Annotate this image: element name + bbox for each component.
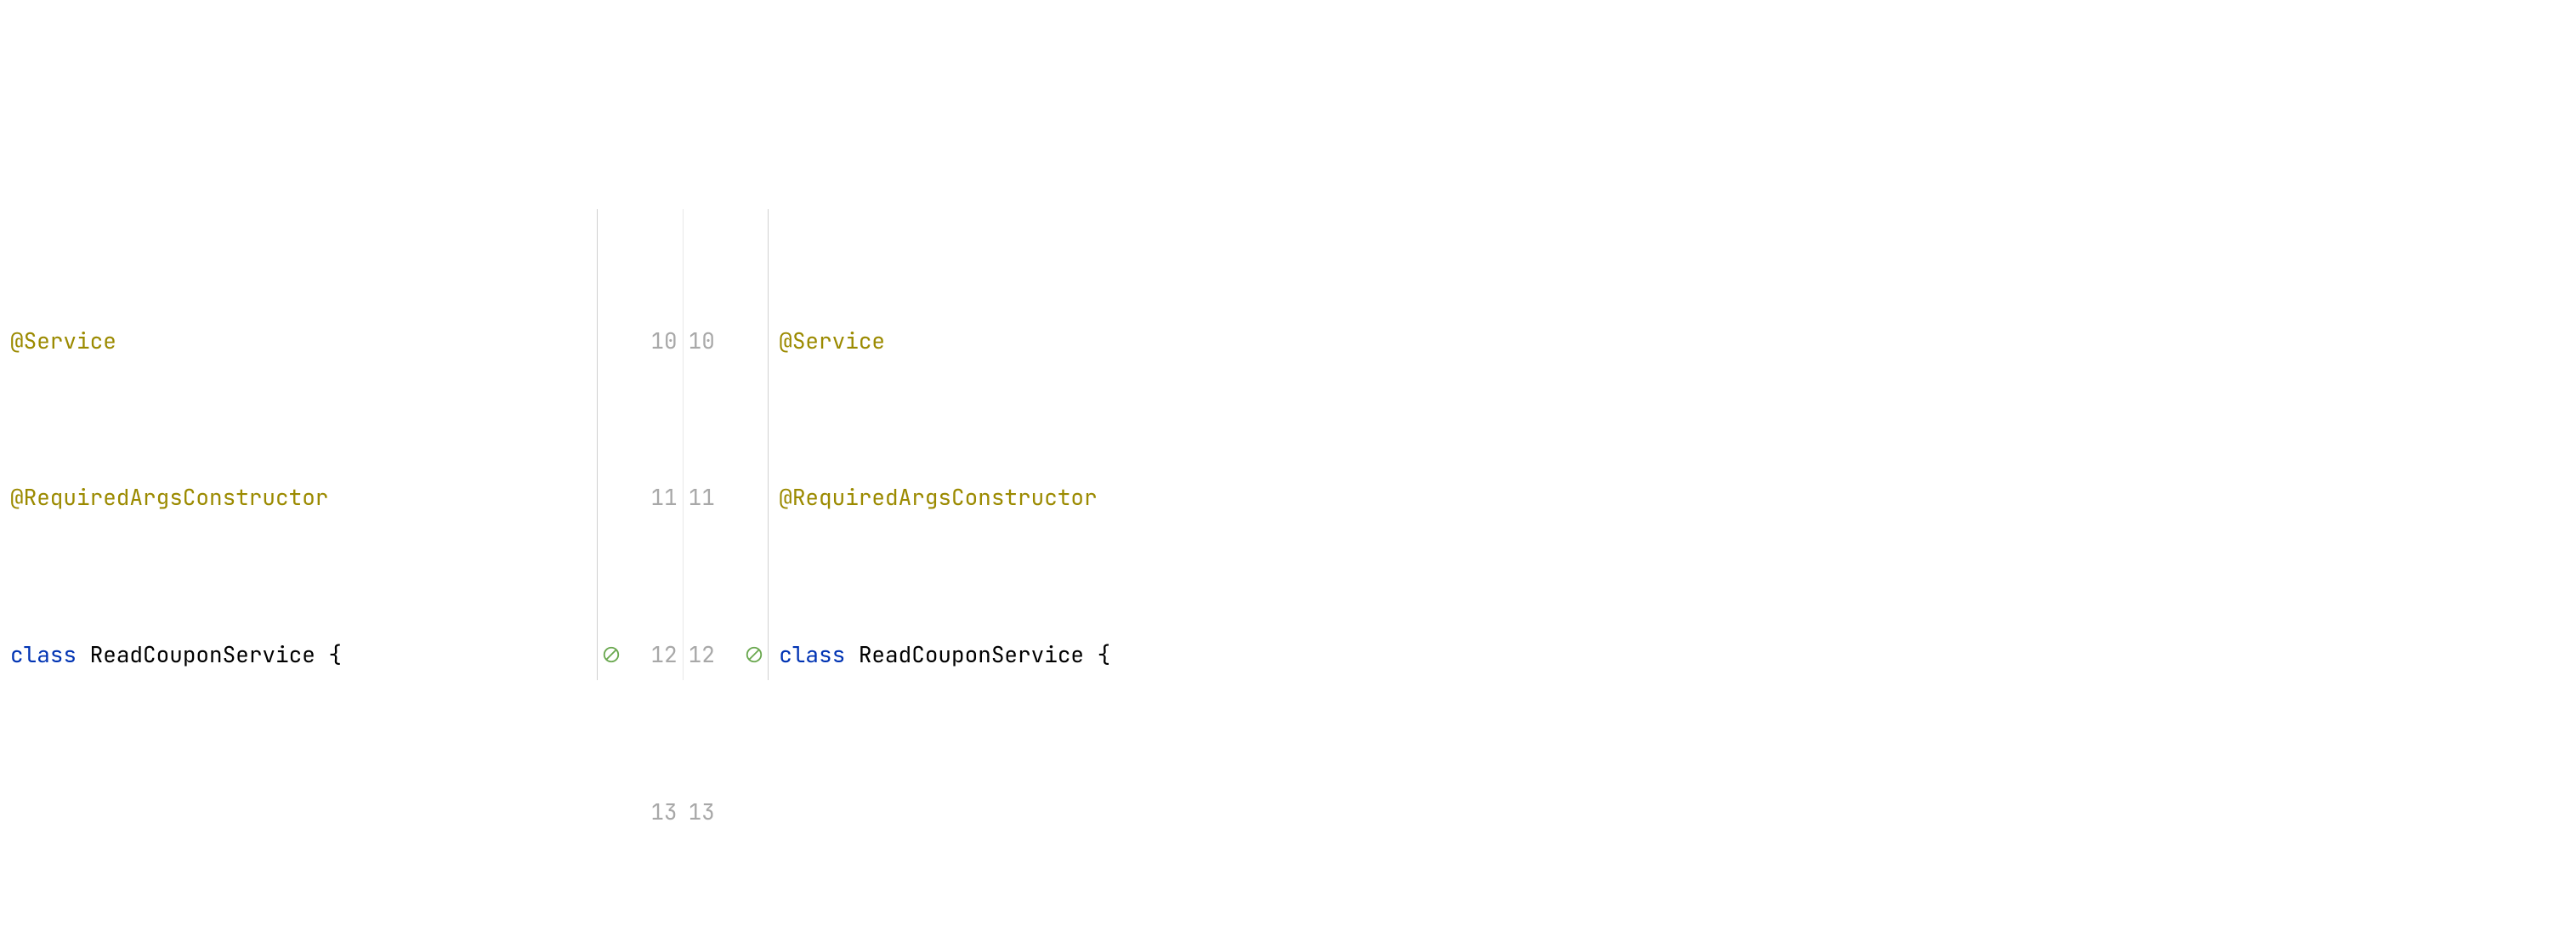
annotation: @Service (10, 315, 116, 367)
line-number[interactable]: 11 (689, 471, 769, 524)
keyword: class (779, 628, 845, 680)
gutter-right[interactable]: 10 11 12 13 14 15 16 17 18 19 (684, 209, 769, 680)
code-line[interactable]: @Service (769, 315, 2576, 367)
code-line[interactable]: @Service (0, 315, 597, 367)
gutter-left[interactable]: 10 11 12 13 14 15 16 17 18 19 (598, 209, 684, 680)
right-code-pane[interactable]: @Service @RequiredArgsConstructor class … (769, 209, 2576, 680)
no-changes-icon[interactable] (601, 644, 621, 665)
keyword: class (10, 628, 77, 680)
class-name: ReadCouponService { (845, 628, 1110, 680)
code-line[interactable]: class ReadCouponService { (0, 628, 597, 680)
class-name: ReadCouponService { (77, 628, 342, 680)
diff-viewer: @Service @RequiredArgsConstructor class … (0, 209, 2576, 680)
line-number[interactable]: 10 (689, 315, 769, 367)
annotation: @RequiredArgsConstructor (10, 471, 328, 524)
line-number[interactable]: 12 (598, 628, 678, 681)
line-number[interactable]: 11 (598, 471, 678, 524)
code-line[interactable]: class ReadCouponService { (769, 628, 2576, 680)
annotation: @Service (779, 315, 885, 367)
line-number[interactable]: 13 (598, 786, 678, 838)
left-code-pane[interactable]: @Service @RequiredArgsConstructor class … (0, 209, 597, 680)
code-line[interactable]: @RequiredArgsConstructor (769, 471, 2576, 524)
annotation: @RequiredArgsConstructor (779, 471, 1097, 524)
no-changes-icon[interactable] (744, 644, 764, 665)
code-line[interactable]: @RequiredArgsConstructor (0, 471, 597, 524)
line-number-gutter: 10 11 12 13 14 15 16 17 18 19 10 11 12 1… (597, 209, 769, 680)
line-number[interactable]: 13 (689, 786, 769, 838)
line-number[interactable]: 12 (689, 628, 769, 681)
line-number[interactable]: 10 (598, 315, 678, 367)
